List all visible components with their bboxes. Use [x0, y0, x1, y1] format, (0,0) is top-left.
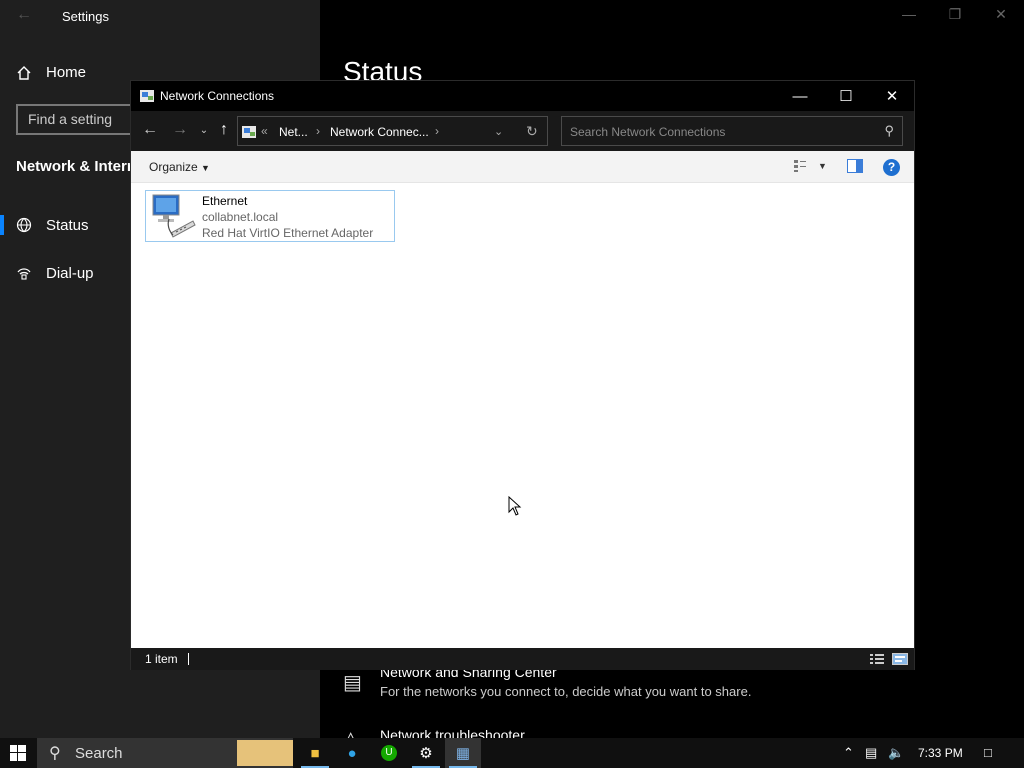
- notifications-icon[interactable]: □: [984, 745, 992, 760]
- up-arrow-icon[interactable]: ↑: [213, 121, 235, 139]
- network-folder-icon: [140, 90, 154, 102]
- back-arrow-icon[interactable]: ←: [139, 121, 161, 139]
- folder-icon: ■: [310, 744, 320, 762]
- breadcrumb-network[interactable]: Net...: [279, 125, 308, 139]
- settings-title: Settings: [62, 9, 109, 24]
- search-icon: ⚲: [49, 745, 61, 762]
- address-bar[interactable]: « Net... › Network Connec... › ⌄ ↻: [237, 116, 548, 146]
- organize-label: Organize: [149, 160, 198, 174]
- mouse-cursor-icon: [508, 496, 522, 516]
- settings-home[interactable]: Home: [16, 64, 86, 81]
- connection-tile-ethernet[interactable]: Ethernet collabnet.local Red Hat VirtIO …: [145, 190, 395, 242]
- edge-icon: ●: [347, 744, 357, 762]
- network-connections-window: Network Connections — ☐ ✕ ← → ⌄ ↑ « Net.…: [130, 80, 915, 670]
- dropdown-arrow-icon: ▼: [201, 163, 210, 173]
- search-highlight-image: [237, 740, 293, 766]
- minimize-icon[interactable]: —: [777, 81, 823, 111]
- volume-muted-icon[interactable]: 🔈: [888, 745, 904, 761]
- item-count: 1 item: [145, 652, 178, 666]
- change-view-icon[interactable]: [793, 159, 807, 178]
- address-toolbar: ← → ⌄ ↑ « Net... › Network Connec... › ⌄…: [131, 111, 914, 151]
- clock[interactable]: 7:33 PM: [918, 746, 963, 760]
- connections-list: Ethernet collabnet.local Red Hat VirtIO …: [131, 183, 914, 648]
- details-view-icon[interactable]: [869, 652, 885, 670]
- connection-domain: collabnet.local: [202, 210, 279, 224]
- network-folder-icon: [242, 126, 256, 138]
- nav-label-status: Status: [46, 216, 89, 234]
- status-bar: 1 item: [131, 648, 914, 670]
- status-divider: [188, 653, 189, 665]
- file-explorer-button[interactable]: ■: [297, 738, 333, 768]
- taskbar-search-label: Search: [75, 745, 123, 762]
- organize-button[interactable]: Organize ▼: [149, 160, 210, 174]
- show-hidden-icons[interactable]: ⌃: [843, 745, 854, 761]
- nav-label-dialup: Dial-up: [46, 264, 94, 282]
- connection-name: Ethernet: [202, 194, 248, 208]
- search-placeholder: Search Network Connections: [570, 125, 726, 139]
- network-adapter-icon: [152, 194, 196, 238]
- network-folder-icon: ▦: [455, 745, 471, 762]
- breadcrumb-separator-icon[interactable]: ›: [316, 124, 320, 138]
- breadcrumb-network-connections[interactable]: Network Connec...: [330, 125, 429, 139]
- settings-app-button[interactable]: ⚙: [408, 738, 444, 768]
- breadcrumb-separator-icon[interactable]: ›: [435, 124, 439, 138]
- dialup-icon: [17, 268, 31, 280]
- sharing-center-icon: ▤: [343, 672, 362, 694]
- upwork-icon: U: [381, 745, 397, 761]
- search-icon: ⚲: [884, 123, 894, 138]
- taskbar: ⚲ Search ■ ● U ⚙ ▦ ⌃ ▤ 🔈 7:33 PM □: [0, 738, 1024, 768]
- close-icon[interactable]: ✕: [978, 6, 1024, 23]
- back-arrow-icon[interactable]: ←: [16, 6, 32, 24]
- preview-pane-icon[interactable]: [847, 159, 863, 178]
- close-icon[interactable]: ✕: [869, 81, 915, 111]
- home-icon: [17, 65, 31, 80]
- taskbar-search[interactable]: ⚲ Search: [37, 738, 293, 768]
- refresh-icon[interactable]: ↻: [526, 123, 538, 140]
- restore-icon[interactable]: ❐: [932, 6, 978, 23]
- sharing-center-desc: For the networks you connect to, decide …: [380, 684, 752, 699]
- minimize-icon[interactable]: —: [886, 6, 932, 22]
- network-connections-app-button[interactable]: ▦: [445, 738, 481, 768]
- tiles-view-icon[interactable]: [892, 652, 908, 670]
- maximize-icon[interactable]: ☐: [823, 81, 869, 111]
- forward-arrow-icon[interactable]: →: [169, 121, 191, 139]
- overflow-chevron-icon[interactable]: «: [261, 124, 268, 138]
- nc-search-input[interactable]: Search Network Connections ⚲: [561, 116, 903, 146]
- settings-titlebar: ← Settings — ❐ ✕: [0, 0, 1024, 32]
- help-icon[interactable]: ?: [883, 159, 900, 176]
- address-dropdown-icon[interactable]: ⌄: [494, 125, 503, 138]
- network-tray-icon[interactable]: ▤: [865, 745, 877, 761]
- edge-button[interactable]: ●: [334, 738, 370, 768]
- windows-logo-icon: [10, 745, 26, 761]
- upwork-button[interactable]: U: [371, 738, 407, 768]
- nc-titlebar: Network Connections — ☐ ✕: [131, 81, 914, 111]
- connection-adapter: Red Hat VirtIO Ethernet Adapter: [202, 226, 374, 240]
- start-button[interactable]: [0, 738, 36, 768]
- globe-icon: [16, 217, 32, 233]
- gear-icon: ⚙: [419, 745, 433, 762]
- command-bar: Organize ▼ ▼ ?: [131, 151, 914, 183]
- recent-chevron-icon[interactable]: ⌄: [193, 125, 215, 136]
- nc-title: Network Connections: [160, 89, 275, 103]
- view-dropdown-icon[interactable]: ▼: [818, 161, 827, 171]
- home-label: Home: [46, 64, 87, 81]
